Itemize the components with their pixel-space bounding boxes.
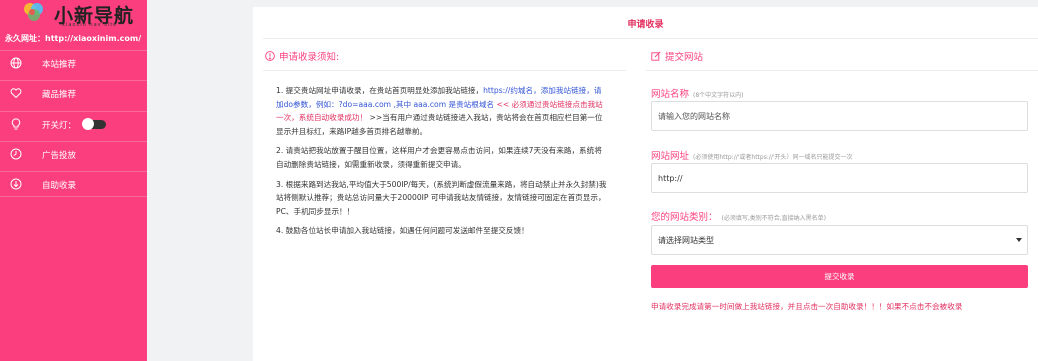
site-name-label: 网站名称 (8个中文字符以内) [651, 86, 744, 100]
lights-toggle[interactable] [82, 118, 106, 130]
sidebar-item-collection[interactable]: 藏品推荐 [0, 80, 147, 106]
info-icon [265, 51, 275, 61]
site-url-label-text: 网站网址 [651, 151, 690, 162]
sidebar: 小新导航 xiaoxin nav site 永久网址：http://xiaoxi… [0, 0, 147, 361]
notice-heading: 申请收录须知: [265, 49, 339, 63]
divider [646, 70, 1038, 71]
toggle-knob [82, 118, 94, 130]
site-url-label: 网站网址 (必须使用http://'或者https://'开头）同一域名只能提交一… [651, 148, 853, 162]
sidebar-item-lights: 开关灯： [0, 111, 147, 137]
site-logo[interactable] [22, 0, 46, 24]
category-hint: (必须填写,类别不符合,直接纳入黑名单) [721, 215, 827, 222]
divider [263, 38, 1038, 39]
site-name-placeholder: 请输入您的网站名称 [658, 111, 730, 121]
submit-heading: 提交网站 [651, 49, 703, 63]
notice-text: 请贵站把我站放置于醒目位置，这样用户才会更容易点击访问，如果连续7天没有来路，系… [276, 146, 602, 169]
category-select[interactable]: 请选择网站类型 [651, 225, 1028, 255]
sidebar-item-label: 自助收录 [42, 181, 77, 191]
sidebar-item-label: 广告投放 [42, 151, 77, 161]
bottom-note: 申请收录完成请第一时间做上我站链接，并且点击一次自助收录！！！如果不点击不会被收… [651, 302, 963, 311]
sidebar-item-label: 开关灯： [42, 121, 77, 131]
notice-heading-text: 申请收录须知: [279, 52, 340, 63]
site-url-hint: (必须使用http://'或者https://'开头）同一域名只能提交一次 [693, 154, 853, 161]
clock-icon [10, 148, 22, 160]
download-circle-icon [10, 178, 22, 190]
sidebar-item-label: 本站推荐 [42, 60, 77, 70]
submission-card: 申请收录 申请收录须知: 1. 提交贵站网址申请收录，在贵站首页明显处添加我站链… [253, 7, 1038, 361]
notice-text: 提交贵站网址申请收录，在贵站首页明显处添加我站链接， [285, 86, 484, 95]
site-subtitle: xiaoxin nav site [62, 22, 118, 28]
list-item: 3. 根据来路到达我站,平均值大于500IP/每天，(系统判断虚假流量来路，将自… [276, 179, 607, 216]
site-name-hint: (8个中文字符以内) [693, 92, 744, 99]
edit-icon [651, 51, 661, 61]
site-name-input[interactable]: 请输入您的网站名称 [651, 101, 1028, 131]
notice-text: 鼓励各位站长申请加入我站链接，如遇任何问题可发送邮件至提交反馈！ [285, 226, 529, 236]
page-title: 申请收录 [627, 20, 664, 30]
notice-list: 1. 提交贵站网址申请收录，在贵站首页明显处添加我站链接，https://约城名… [276, 84, 609, 244]
sidebar-item-recommend[interactable]: 本站推荐 [0, 50, 147, 76]
permalink-label: 永久网址：http://xiaoxinim.com/ [5, 34, 142, 43]
heart-icon [10, 88, 22, 99]
list-item: 2. 请贵站把我站放置于醒目位置，这样用户才会更容易点击访问，如果连续7天没有来… [276, 146, 602, 169]
category-selected: 请选择网站类型 [658, 235, 714, 245]
site-url-value: http:// [658, 173, 683, 183]
sidebar-item-self-submit[interactable]: 自助收录 [0, 171, 147, 197]
list-item: 1. 提交贵站网址申请收录，在贵站首页明显处添加我站链接，https://约城名… [276, 86, 603, 136]
sidebar-item-ads[interactable]: 广告投放 [0, 141, 147, 167]
lightbulb-icon [11, 118, 21, 130]
category-label-text: 您的网站类别： [651, 212, 718, 223]
notice-link[interactable]: https://约城名 [483, 86, 533, 95]
divider [263, 70, 626, 71]
chevron-down-icon [1016, 238, 1022, 242]
category-label: 您的网站类别： (必须填写,类别不符合,直接纳入黑名单) [651, 209, 826, 223]
notice-text: 根据来路到达我站,平均值大于500IP/每天，(系统判断虚假流量来路，将自动禁止… [276, 179, 607, 216]
submit-button[interactable]: 提交收录 [651, 265, 1028, 288]
globe-icon [10, 57, 22, 69]
site-url-input[interactable]: http:// [651, 163, 1028, 193]
submit-heading-text: 提交网站 [665, 52, 704, 63]
site-name-label-text: 网站名称 [651, 89, 690, 100]
sidebar-item-label: 藏品推荐 [42, 90, 77, 100]
list-item: 4. 鼓励各位站长申请加入我站链接，如遇任何问题可发送邮件至提交反馈！ [276, 226, 529, 236]
